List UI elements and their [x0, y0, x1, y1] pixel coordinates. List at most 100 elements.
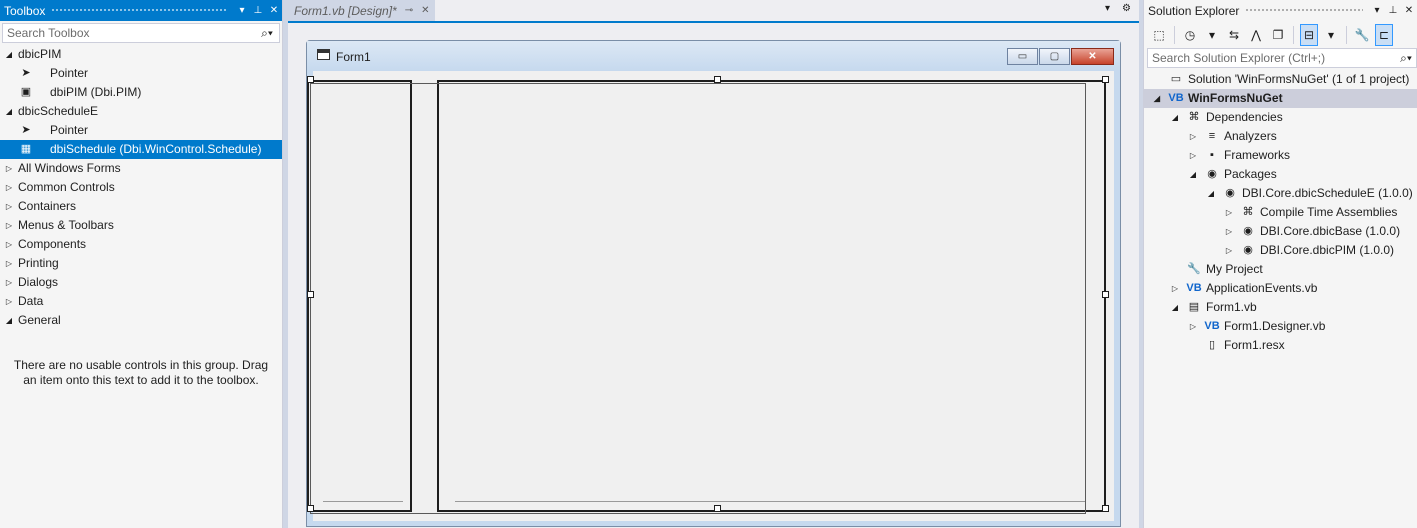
expanded-arrow-icon[interactable]: ◢	[1170, 108, 1180, 127]
minimize-button[interactable]: ▭	[1007, 48, 1038, 65]
collapsed-arrow-icon[interactable]: ▷	[4, 254, 14, 273]
filter-icon[interactable]: ⊟	[1300, 23, 1318, 46]
expanded-arrow-icon[interactable]: ◢	[1206, 184, 1216, 203]
solution-tree-item[interactable]: ◢ ▤ Form1.vb	[1144, 298, 1417, 317]
collapse-all-icon[interactable]: ⋀	[1247, 24, 1265, 46]
tab-list-dropdown-icon[interactable]: ▾	[1105, 3, 1110, 14]
chevron-down-icon[interactable]: ▾	[1322, 24, 1340, 46]
collapsed-arrow-icon[interactable]: ▷	[4, 216, 14, 235]
solution-tree-item[interactable]: ▷ ◉ DBI.Core.dbicPIM (1.0.0)	[1144, 241, 1417, 260]
properties-icon[interactable]: 🔧	[1353, 24, 1371, 46]
resize-handle-ne[interactable]	[1102, 76, 1109, 83]
solution-tree-item[interactable]: ◢ ⌘ Dependencies	[1144, 108, 1417, 127]
collapsed-arrow-icon[interactable]: ▷	[1224, 203, 1234, 222]
sync-icon[interactable]: ⇆	[1225, 24, 1243, 46]
collapsed-arrow-icon[interactable]: ▷	[1224, 222, 1234, 241]
solution-tree-item[interactable]: ▷ ≡ Analyzers	[1144, 127, 1417, 146]
form-window-icon	[317, 49, 330, 60]
resize-handle-se[interactable]	[1102, 505, 1109, 512]
resize-handle-s[interactable]	[714, 505, 721, 512]
collapsed-arrow-icon[interactable]: ▷	[1224, 241, 1234, 260]
assemblies-icon: ⌘	[1242, 206, 1254, 218]
collapsed-arrow-icon[interactable]: ▷	[4, 197, 14, 216]
solution-tree-item[interactable]: ◢ VB WinFormsNuGet	[1144, 89, 1417, 108]
pending-changes-icon[interactable]: ◷	[1181, 24, 1199, 46]
solution-tree-item[interactable]: ◢ ◉ DBI.Core.dbicScheduleE (1.0.0)	[1144, 184, 1417, 203]
toolbox-group[interactable]: ▷ Menus & Toolbars	[0, 216, 282, 235]
solution-tree-item-label: ApplicationEvents.vb	[1206, 281, 1318, 295]
toolbox-title-bar[interactable]: Toolbox ▾ ⊥ ✕	[0, 0, 282, 21]
toolbox-group[interactable]: ◢ dbicPIM	[0, 45, 282, 64]
toolbox-group-label: Data	[18, 294, 44, 308]
collapsed-arrow-icon[interactable]: ▷	[4, 292, 14, 311]
collapsed-arrow-icon[interactable]: ▷	[1188, 317, 1198, 336]
toolbox-group[interactable]: ▷ Common Controls	[0, 178, 282, 197]
solution-tree-item[interactable]: ▷ ◉ DBI.Core.dbicBase (1.0.0)	[1144, 222, 1417, 241]
toolbox-search-input[interactable]: Search Toolbox ⌕▾	[2, 23, 280, 43]
collapsed-arrow-icon[interactable]: ▷	[4, 159, 14, 178]
resize-handle-sw[interactable]	[307, 505, 314, 512]
solution-tree-item[interactable]: 🔧 My Project	[1144, 260, 1417, 279]
show-all-files-icon[interactable]: ❐	[1269, 24, 1287, 46]
pin-icon[interactable]: ⊥	[250, 5, 266, 16]
toolbox-group[interactable]: ▷ Components	[0, 235, 282, 254]
solution-tree-item[interactable]: ▷ VB Form1.Designer.vb	[1144, 317, 1417, 336]
chevron-down-icon[interactable]: ▾	[1203, 24, 1221, 46]
toolbox-item[interactable]: ▣ dbiPIM (Dbi.PIM)	[0, 83, 282, 102]
collapsed-arrow-icon[interactable]: ▷	[4, 273, 14, 292]
solution-explorer-search-input[interactable]: Search Solution Explorer (Ctrl+;) ⌕▾	[1147, 48, 1417, 68]
dropdown-icon[interactable]: ▾	[1369, 5, 1385, 16]
form-title-bar[interactable]: Form1 ▭ ▢ ✕	[307, 41, 1120, 71]
pin-icon[interactable]: ⊥	[1385, 5, 1401, 16]
solution-explorer-panel: Solution Explorer ▾ ⊥ ✕ ⬚ ◷ ▾ ⇆ ⋀ ❐ ⊟ ▾ …	[1143, 0, 1417, 528]
resize-handle-e[interactable]	[1102, 291, 1109, 298]
switch-views-icon[interactable]: ⬚	[1150, 24, 1168, 46]
toolbox-item[interactable]: ▦ dbiSchedule (Dbi.WinControl.Schedule)	[0, 140, 282, 159]
expanded-arrow-icon[interactable]: ◢	[1188, 165, 1198, 184]
resize-handle-nw[interactable]	[307, 76, 314, 83]
collapsed-arrow-icon[interactable]: ▷	[1170, 279, 1180, 298]
pin-tab-icon[interactable]: ⊸	[405, 5, 413, 16]
tab-form1-design[interactable]: Form1.vb [Design]* ⊸ ✕	[288, 0, 436, 21]
toolbox-item[interactable]: ➤ Pointer	[0, 121, 282, 140]
toolbox-group[interactable]: ▷ All Windows Forms	[0, 159, 282, 178]
toolbox-group[interactable]: ◢ dbicScheduleE	[0, 102, 282, 121]
solution-tree-item[interactable]: ▷ ▪ Frameworks	[1144, 146, 1417, 165]
toolbox-group[interactable]: ▷ Containers	[0, 197, 282, 216]
collapsed-arrow-icon[interactable]: ▷	[4, 235, 14, 254]
resize-handle-n[interactable]	[714, 76, 721, 83]
preview-icon[interactable]: ⊏	[1375, 23, 1393, 46]
expanded-arrow-icon[interactable]: ◢	[1152, 89, 1162, 108]
collapsed-arrow-icon[interactable]: ▷	[4, 178, 14, 197]
collapsed-arrow-icon[interactable]: ▷	[1188, 146, 1198, 165]
toolbox-group[interactable]: ▷ Printing	[0, 254, 282, 273]
form-file-icon: ▤	[1188, 301, 1200, 313]
solution-tree-item[interactable]: ▷ ⌘ Compile Time Assemblies	[1144, 203, 1417, 222]
resx-file-icon: ▯	[1208, 339, 1216, 351]
toolbox-group[interactable]: ▷ Data	[0, 292, 282, 311]
settings-icon[interactable]: ⚙	[1122, 3, 1131, 14]
solution-tree-item[interactable]: ▷ VB ApplicationEvents.vb	[1144, 279, 1417, 298]
toolbox-group[interactable]: ◢ General	[0, 311, 282, 330]
collapsed-arrow-icon[interactable]: ▷	[1188, 127, 1198, 146]
solution-explorer-title-bar[interactable]: Solution Explorer ▾ ⊥ ✕	[1144, 0, 1417, 21]
close-icon[interactable]: ✕	[266, 5, 282, 16]
solution-tree-item[interactable]: ◢ ◉ Packages	[1144, 165, 1417, 184]
design-surface[interactable]: Form1 ▭ ▢ ✕	[288, 21, 1139, 528]
solution-tree-item[interactable]: ▯ Form1.resx	[1144, 336, 1417, 355]
search-icon[interactable]: ⌕▾	[255, 26, 279, 41]
close-icon[interactable]: ✕	[1401, 5, 1417, 16]
dropdown-icon[interactable]: ▾	[234, 5, 250, 16]
search-icon[interactable]: ⌕▾	[1396, 51, 1416, 66]
resize-handle-w[interactable]	[307, 291, 314, 298]
maximize-button[interactable]: ▢	[1039, 48, 1070, 65]
expanded-arrow-icon[interactable]: ◢	[4, 45, 14, 64]
expanded-arrow-icon[interactable]: ◢	[4, 102, 14, 121]
expanded-arrow-icon[interactable]: ◢	[4, 311, 14, 330]
toolbox-group[interactable]: ▷ Dialogs	[0, 273, 282, 292]
toolbox-item[interactable]: ➤ Pointer	[0, 64, 282, 83]
close-tab-icon[interactable]: ✕	[421, 5, 429, 16]
close-button[interactable]: ✕	[1071, 48, 1114, 65]
solution-tree-item[interactable]: ▭ Solution 'WinFormsNuGet' (1 of 1 projec…	[1144, 70, 1417, 89]
expanded-arrow-icon[interactable]: ◢	[1170, 298, 1180, 317]
